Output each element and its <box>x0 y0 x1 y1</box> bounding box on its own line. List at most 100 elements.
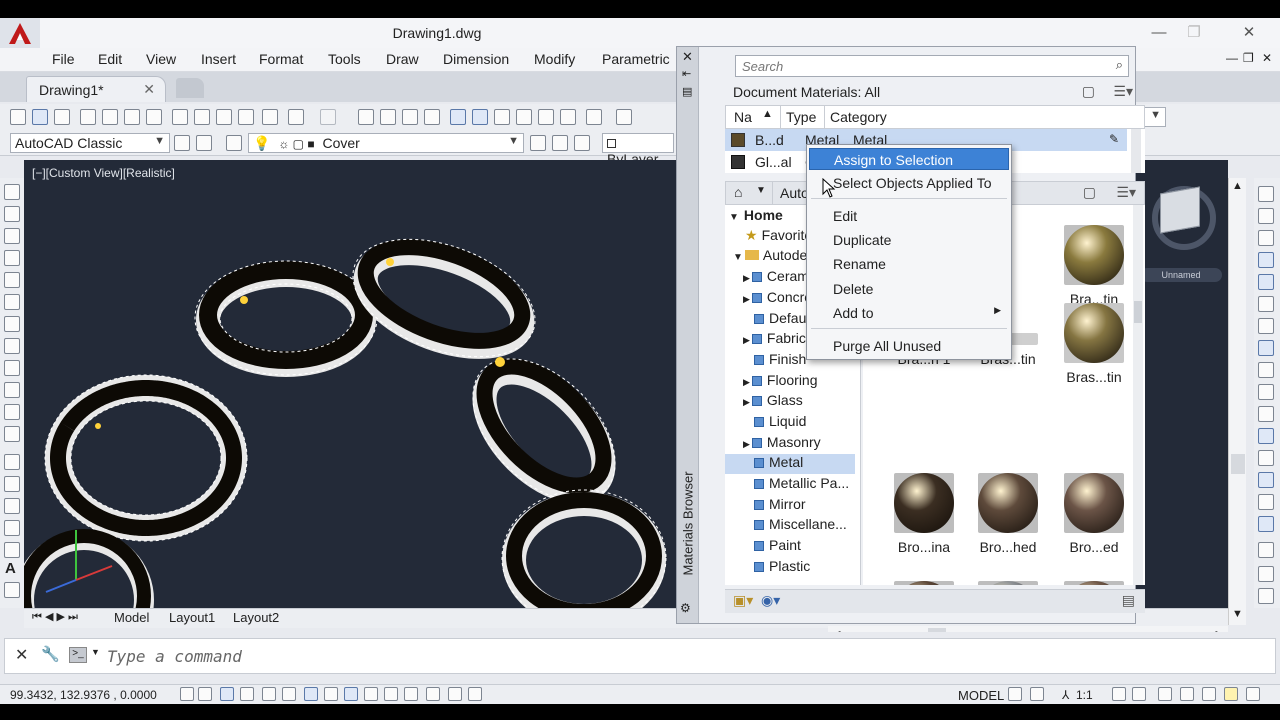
tree-home[interactable]: ▼ Home <box>729 207 783 227</box>
menu-add-to[interactable]: Add to ▶ <box>809 302 1009 324</box>
material-thumbnail[interactable] <box>1053 581 1135 585</box>
material-thumbnail[interactable]: Bras...tin <box>1053 303 1135 385</box>
material-thumbnail[interactable]: Bro...hed <box>967 473 1049 555</box>
menu-assign-to-selection[interactable]: Assign to Selection <box>809 148 1009 170</box>
menu-tools[interactable]: Tools <box>328 51 361 67</box>
match-properties-icon[interactable] <box>238 109 254 125</box>
polygon-icon[interactable] <box>4 250 20 266</box>
snap-mode-icon[interactable] <box>198 687 212 701</box>
rotate-icon[interactable] <box>1258 318 1274 334</box>
library-dropdown-icon[interactable]: ▼ <box>756 185 766 196</box>
ellipse-icon[interactable] <box>4 382 20 398</box>
expand-icon[interactable]: ▶ <box>743 294 750 304</box>
collapse-icon[interactable]: ▼ <box>729 212 739 223</box>
workspace-dropdown[interactable]: AutoCAD Classic ▼ <box>10 133 170 153</box>
array-icon[interactable] <box>1258 274 1274 290</box>
layout-nav-icons[interactable]: ⏮ ◀ ▶ ⏭ <box>32 610 78 624</box>
color-dropdown[interactable]: ByLayer <box>602 133 674 167</box>
material-search-input[interactable]: Search ⌕ <box>735 55 1129 77</box>
tab-close-icon[interactable]: ✕ <box>143 81 155 98</box>
paste-icon[interactable] <box>216 109 232 125</box>
text-edit-icon[interactable] <box>1258 588 1274 604</box>
doc-minimize-button[interactable]: — <box>1226 51 1238 65</box>
revision-cloud-icon[interactable] <box>4 338 20 354</box>
material-thumbnail[interactable]: Bra...tin <box>1053 225 1135 307</box>
material-thumbnail[interactable] <box>967 581 1049 585</box>
tree-metallic-paint[interactable]: Metallic Pa... <box>754 475 849 495</box>
dynamic-input-icon[interactable] <box>364 687 378 701</box>
point-icon[interactable] <box>4 454 20 470</box>
markup-icon[interactable] <box>538 109 554 125</box>
thumbnails-scrollbar[interactable] <box>1133 205 1143 585</box>
blend-icon[interactable] <box>1258 516 1274 532</box>
new-icon[interactable] <box>10 109 26 125</box>
search-icon[interactable]: ⌕ <box>1116 57 1123 73</box>
publish-icon[interactable] <box>124 109 140 125</box>
ucs-menu-button[interactable]: Unnamed <box>1140 268 1222 282</box>
column-name[interactable]: Na <box>734 109 752 125</box>
doc-restore-button[interactable]: ❐ <box>1243 51 1254 65</box>
drawing-viewport[interactable]: [−][Custom View][Realistic] <box>24 160 676 608</box>
tree-fabric[interactable]: ▶ Fabric <box>743 330 806 350</box>
gizmo-icon[interactable] <box>468 687 482 701</box>
copy-object-icon[interactable] <box>1258 208 1274 224</box>
annotation-monitor-icon[interactable] <box>448 687 462 701</box>
region-icon[interactable] <box>4 520 20 536</box>
palette-close-icon[interactable]: ✕ <box>682 49 693 65</box>
workspace-settings-icon[interactable] <box>174 135 190 151</box>
tree-default[interactable]: Default <box>754 310 813 330</box>
break-icon[interactable] <box>1258 428 1274 444</box>
transparency-icon[interactable] <box>404 687 418 701</box>
command-box[interactable]: ✕ 🔧 >_ ▼ Type a command <box>4 638 1276 674</box>
draw-order-icon[interactable] <box>1258 566 1274 582</box>
annotation-visibility-icon[interactable] <box>1112 687 1126 701</box>
recent-dropdown-icon[interactable]: ▼ <box>91 647 100 657</box>
menu-draw[interactable]: Draw <box>386 51 419 67</box>
menu-insert[interactable]: Insert <box>201 51 236 67</box>
material-thumbnail[interactable]: Bro...ed <box>1053 473 1135 555</box>
undo-icon[interactable] <box>288 109 304 125</box>
open-icon[interactable] <box>32 109 48 125</box>
hatch-icon[interactable] <box>4 476 20 492</box>
library-tree-toggle-icon[interactable]: ▢ <box>1083 184 1096 201</box>
expand-icon[interactable]: ▶ <box>743 335 750 345</box>
scale-icon[interactable] <box>1258 340 1274 356</box>
polyline-icon[interactable] <box>4 228 20 244</box>
grid-display-icon[interactable] <box>220 687 234 701</box>
explode-icon[interactable] <box>1258 542 1274 558</box>
zoom-window-icon[interactable] <box>402 109 418 125</box>
tab-layout1[interactable]: Layout1 <box>169 610 215 625</box>
tab-layout2[interactable]: Layout2 <box>233 610 279 625</box>
circle-icon[interactable] <box>4 316 20 332</box>
minimize-button[interactable]: — <box>1142 22 1176 44</box>
library-view-icon[interactable]: ☰▾ <box>1116 184 1136 201</box>
layer-state-icon[interactable] <box>574 135 590 151</box>
palette-settings-icon[interactable]: ⚙ <box>680 601 691 615</box>
zoom-previous-icon[interactable] <box>424 109 440 125</box>
add-selected-icon[interactable] <box>4 582 20 598</box>
offset-icon[interactable] <box>1258 252 1274 268</box>
viewcube-icon[interactable] <box>1160 186 1200 234</box>
stretch-icon[interactable] <box>1258 362 1274 378</box>
view-options-icon[interactable]: ☰▾ <box>1113 83 1133 100</box>
fillet-icon[interactable] <box>1258 494 1274 510</box>
home-icon[interactable]: ⌂ <box>734 184 742 200</box>
design-center-icon[interactable] <box>472 109 488 125</box>
quick-view-icon[interactable] <box>1030 687 1044 701</box>
quickcalc-icon[interactable] <box>560 109 576 125</box>
auto-hide-icon[interactable]: ⇤ <box>682 67 691 80</box>
tree-masonry[interactable]: ▶ Masonry <box>743 434 821 454</box>
scroll-thumb[interactable] <box>1231 454 1245 474</box>
material-editor-icon[interactable]: ▤ <box>1122 592 1135 609</box>
menu-parametric[interactable]: Parametric <box>602 51 670 67</box>
object-snap-icon[interactable] <box>282 687 296 701</box>
menu-file[interactable]: File <box>52 51 75 67</box>
restore-button[interactable]: ❐ <box>1177 22 1211 44</box>
coordinates-readout[interactable]: 99.3432, 132.9376 , 0.0000 <box>10 688 157 702</box>
new-tab-button[interactable] <box>176 78 204 98</box>
menu-format[interactable]: Format <box>259 51 303 67</box>
close-button[interactable]: ✕ <box>1232 22 1266 44</box>
lineweight-icon[interactable] <box>384 687 398 701</box>
ellipse-arc-icon[interactable] <box>4 404 20 420</box>
extend-icon[interactable] <box>1258 406 1274 422</box>
